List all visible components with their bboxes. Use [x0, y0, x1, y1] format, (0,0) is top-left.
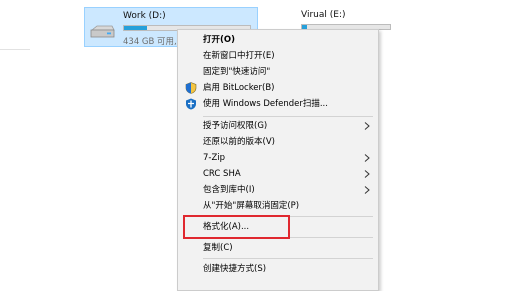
menu-item-label: 启用 BitLocker(B) [203, 83, 275, 93]
menu-item-label: 包含到库中(I) [203, 185, 255, 195]
context-menu: 打开(O) 在新窗口中打开(E) 固定到"快速访问" 启用 BitLocker(… [177, 29, 379, 291]
menu-item-crc-sha[interactable]: CRC SHA [178, 166, 378, 182]
chevron-right-icon [364, 154, 370, 162]
divider [0, 49, 30, 50]
drive-name-e[interactable]: Virual (E:) [301, 10, 345, 20]
menu-item-defender-scan[interactable]: 使用 Windows Defender扫描... [178, 96, 378, 112]
menu-item-label: CRC SHA [203, 169, 241, 179]
menu-item-7zip[interactable]: 7-Zip [178, 150, 378, 166]
menu-item-pin-quick-access[interactable]: 固定到"快速访问" [178, 64, 378, 80]
shield-icon [185, 82, 197, 94]
drive-name: Work (D:) [123, 11, 166, 21]
menu-item-create-shortcut[interactable]: 创建快捷方式(S) [178, 261, 378, 277]
menu-item-label: 打开(O) [203, 35, 235, 45]
menu-item-label: 7-Zip [203, 153, 226, 163]
format-highlight-box [183, 215, 290, 239]
menu-item-restore-versions[interactable]: 还原以前的版本(V) [178, 134, 378, 150]
hard-drive-icon [90, 25, 115, 38]
menu-item-label: 还原以前的版本(V) [203, 137, 275, 147]
menu-item-label: 固定到"快速访问" [203, 67, 271, 77]
menu-item-label: 复制(C) [203, 243, 233, 253]
defender-icon [186, 98, 196, 110]
menu-item-label: 创建快捷方式(S) [203, 264, 267, 274]
menu-item-label: 使用 Windows Defender扫描... [203, 99, 328, 109]
menu-item-open[interactable]: 打开(O) [178, 32, 378, 48]
menu-item-label: 从"开始"屏幕取消固定(P) [203, 201, 300, 211]
menu-separator [203, 116, 373, 117]
menu-item-include-in-library[interactable]: 包含到库中(I) [178, 182, 378, 198]
menu-item-label: 在新窗口中打开(E) [203, 51, 275, 61]
chevron-right-icon [364, 186, 370, 194]
menu-item-copy[interactable]: 复制(C) [178, 240, 378, 256]
menu-item-label: 授予访问权限(G) [203, 121, 268, 131]
menu-item-open-new-window[interactable]: 在新窗口中打开(E) [178, 48, 378, 64]
drive-free-space: 434 GB 可用, [123, 37, 177, 47]
menu-separator [203, 258, 373, 259]
menu-item-grant-access[interactable]: 授予访问权限(G) [178, 118, 378, 134]
menu-item-unpin-start[interactable]: 从"开始"屏幕取消固定(P) [178, 198, 378, 214]
menu-item-bitlocker[interactable]: 启用 BitLocker(B) [178, 80, 378, 96]
chevron-right-icon [364, 122, 370, 130]
chevron-right-icon [364, 170, 370, 178]
drive-usage-fill [124, 26, 147, 30]
